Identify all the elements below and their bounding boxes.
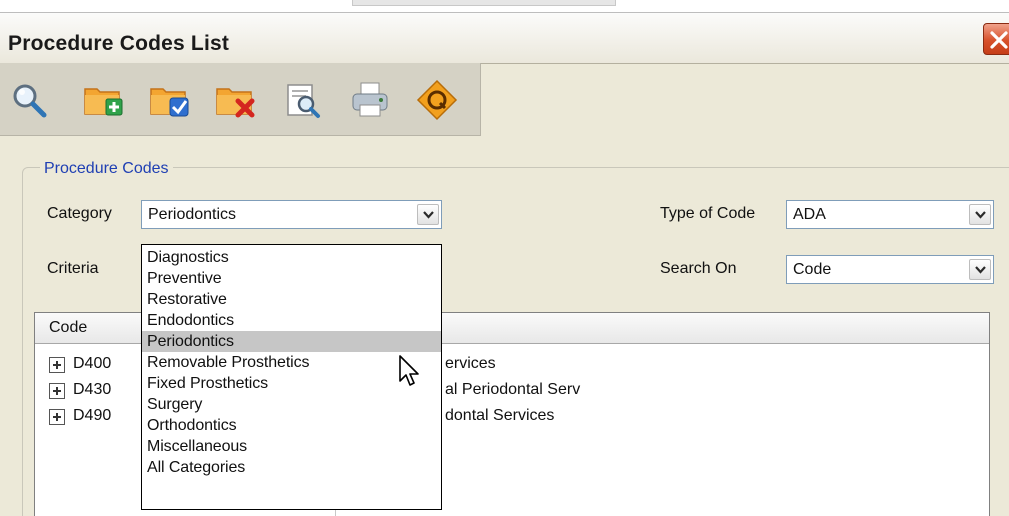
delete-button[interactable] [214,79,256,121]
top-strip [0,0,1009,12]
print-button[interactable] [350,79,392,121]
search-on-label: Search On [660,260,737,277]
chevron-down-icon [423,211,434,219]
printer-icon [352,82,388,117]
search-on-select[interactable]: Code [786,255,994,284]
search-on-dropdown-button[interactable] [969,259,991,280]
expand-icon[interactable] [49,409,65,425]
criteria-label: Criteria [47,260,99,277]
procedure-codes-window: Procedure Codes List Procedure Codes Cat… [0,12,1009,516]
category-value: Periodontics [148,206,237,223]
type-of-code-label: Type of Code [660,205,756,222]
close-icon [990,31,1008,49]
row-description: al Periodontal Serv [445,381,581,398]
background-tab [352,0,616,6]
add-folder-icon [84,88,123,116]
expand-icon[interactable] [49,383,65,399]
delete-folder-icon [216,88,255,118]
search-on-value: Code [793,261,832,278]
group-legend: Procedure Codes [40,160,173,178]
category-option-fixed-prosthetics[interactable]: Fixed Prosthetics [142,373,441,394]
category-option-endodontics[interactable]: Endodontics [142,310,441,331]
type-of-code-value: ADA [793,206,826,223]
window-title: Procedure Codes List [8,32,230,55]
expand-icon[interactable] [49,357,65,373]
toolbar [0,63,481,136]
row-code: D430 [73,381,112,398]
category-option-surgery[interactable]: Surgery [142,394,441,415]
row-code: D400 [73,355,112,372]
category-dropdown-list[interactable]: Diagnostics Preventive Restorative Endod… [141,244,442,510]
category-option-preventive[interactable]: Preventive [142,268,441,289]
column-header-code[interactable]: Code [49,319,87,337]
chevron-down-icon [975,266,986,274]
quick-icon [416,79,458,121]
row-description: dontal Services [445,407,555,424]
search-button[interactable] [8,79,50,121]
category-dropdown-button[interactable] [417,204,439,225]
close-button[interactable] [983,23,1009,55]
title-bar: Procedure Codes List [0,12,1009,64]
preview-icon [287,84,320,118]
category-option-diagnostics[interactable]: Diagnostics [142,247,441,268]
category-select[interactable]: Periodontics [141,200,442,229]
type-of-code-select[interactable]: ADA [786,200,994,229]
category-option-restorative[interactable]: Restorative [142,289,441,310]
quick-button[interactable] [416,79,458,121]
category-option-periodontics[interactable]: Periodontics [142,331,441,352]
edit-folder-icon [150,88,189,117]
row-code: D490 [73,407,112,424]
magnifier-icon [13,84,47,118]
edit-button[interactable] [148,79,190,121]
category-option-all-categories[interactable]: All Categories [142,457,441,478]
chevron-down-icon [975,211,986,219]
category-option-orthodontics[interactable]: Orthodontics [142,415,441,436]
row-description: ervices [445,355,496,372]
mouse-cursor-icon [399,355,419,386]
add-button[interactable] [82,79,124,121]
category-label: Category [47,205,112,222]
category-option-miscellaneous[interactable]: Miscellaneous [142,436,441,457]
type-of-code-dropdown-button[interactable] [969,204,991,225]
preview-button[interactable] [282,79,324,121]
category-option-removable-prosthetics[interactable]: Removable Prosthetics [142,352,441,373]
